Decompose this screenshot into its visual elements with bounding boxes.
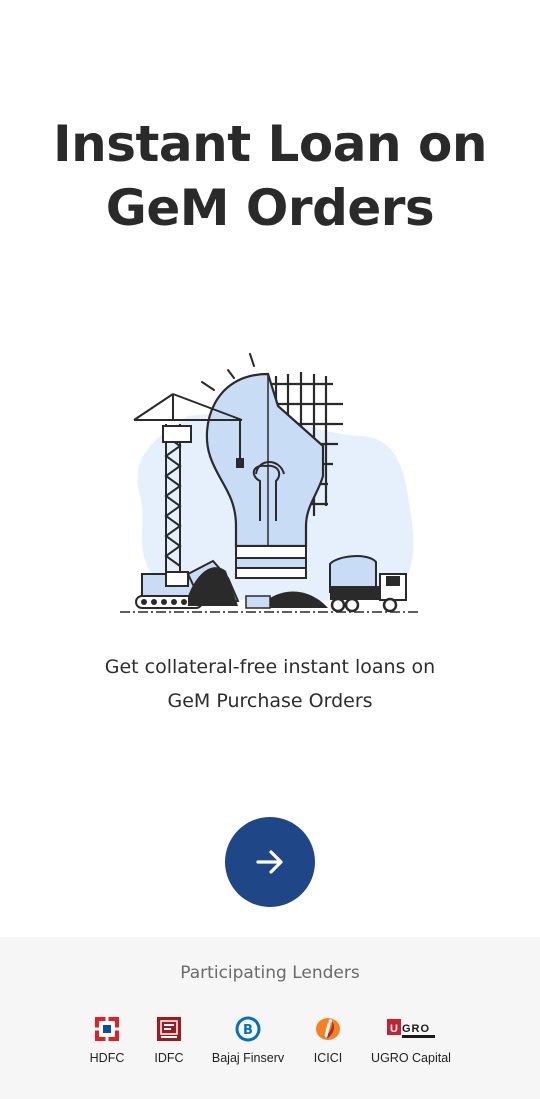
arrow-right-icon <box>256 850 283 874</box>
participating-lenders-section: Participating Lenders HDFC IDFC B Bajaj … <box>0 937 540 1099</box>
idfc-logo <box>154 1015 184 1043</box>
description-text: Get collateral-free instant loans on GeM… <box>0 650 540 718</box>
construction-lightbulb-illustration <box>120 353 418 613</box>
description-line1: Get collateral-free instant loans on <box>104 656 436 678</box>
ugro-capital-logo: U GRO <box>387 1015 435 1043</box>
lender-name: UGRO Capital <box>371 1051 451 1065</box>
description-line2: GeM Purchase Orders <box>167 690 373 712</box>
svg-text:GRO: GRO <box>402 1023 430 1035</box>
loan-intro-screen: Instant Loan on GeM Orders Get collatera… <box>0 0 540 1099</box>
svg-text:B: B <box>243 1023 253 1038</box>
page-title-line2: GeM Orders <box>105 179 435 237</box>
lender-ugro-capital: U GRO UGRO Capital <box>356 1015 466 1065</box>
next-button[interactable] <box>225 817 315 907</box>
lender-name: ICICI <box>313 1051 343 1065</box>
participating-lenders-title: Participating Lenders <box>180 963 360 983</box>
page-title: Instant Loan on GeM Orders <box>0 112 540 240</box>
page-title-line1: Instant Loan on <box>53 115 487 173</box>
lender-name: IDFC <box>154 1051 184 1065</box>
icici-logo <box>313 1015 343 1043</box>
bajaj-finserv-logo: B <box>233 1015 263 1043</box>
svg-text:U: U <box>390 1023 398 1035</box>
